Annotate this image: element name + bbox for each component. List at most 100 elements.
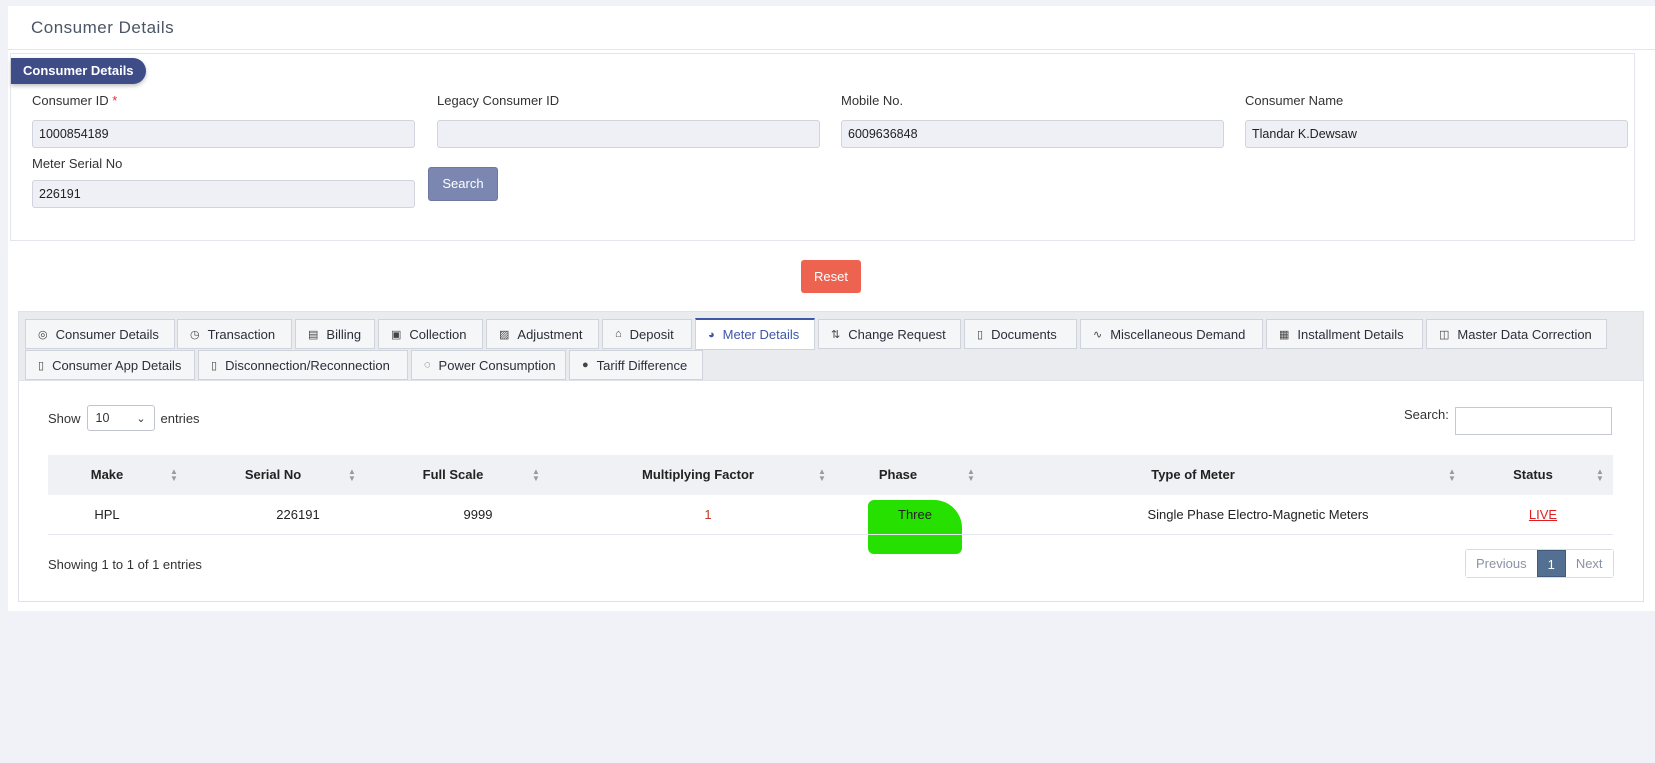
tab-installment-details[interactable]: ▦ Installment Details	[1266, 319, 1423, 349]
reset-button[interactable]: Reset	[801, 260, 861, 293]
previous-button[interactable]: Previous	[1466, 550, 1537, 577]
tab-documents[interactable]: ▯ Documents	[964, 319, 1077, 349]
clock-icon: ◷	[190, 328, 200, 341]
column-header-serial-no[interactable]: Serial No	[208, 455, 338, 495]
circle-icon: ●	[582, 359, 589, 371]
tab-label: Deposit	[629, 326, 674, 342]
tab-adjustment[interactable]: ▨ Adjustment	[486, 319, 599, 349]
tab-label: Documents	[991, 326, 1057, 342]
cell-full-scale: 9999	[463, 507, 493, 522]
table-row: HPL 226191 9999 1 Three Single Phase Ele…	[48, 495, 1613, 535]
tab-label: Transaction	[207, 326, 276, 342]
tab-master-data-correction[interactable]: ◫ Master Data Correction	[1426, 319, 1607, 349]
cell-serial-no: 226191	[276, 507, 320, 522]
entries-select[interactable]: 10 ⌄	[86, 405, 155, 431]
bank-icon: ⌂	[615, 328, 622, 340]
card-badge: Consumer Details	[11, 58, 146, 84]
table-info: Showing 1 to 1 of 1 entries	[48, 557, 202, 572]
column-header-multiplying-factor[interactable]: Multiplying Factor	[568, 455, 828, 495]
consumer-name-label: Consumer Name	[1245, 93, 1344, 108]
tab-deposit[interactable]: ⌂ Deposit	[602, 319, 692, 349]
tab-label: Meter Details	[722, 327, 800, 342]
tab-label: Tariff Difference	[596, 357, 688, 373]
required-mark: *	[112, 93, 118, 108]
mobile-icon: ▯	[211, 359, 218, 372]
document-icon: ▯	[977, 328, 984, 341]
entries-value: 10	[95, 411, 110, 425]
mobile-no-input[interactable]	[841, 120, 1224, 148]
cell-multiplying-factor: 1	[704, 507, 712, 522]
consumer-name-input[interactable]	[1245, 120, 1628, 148]
page-title: Consumer Details	[31, 18, 175, 37]
tab-label: Adjustment	[517, 326, 583, 342]
legacy-consumer-id-label: Legacy Consumer ID	[437, 93, 560, 108]
target-icon: ◎	[38, 328, 48, 341]
meter-serial-label: Meter Serial No	[32, 156, 123, 171]
show-label: Show	[48, 410, 81, 426]
tab-label: Collection	[409, 326, 467, 342]
column-header-type-of-meter[interactable]: Type of Meter	[988, 455, 1398, 495]
image-icon: ▨	[499, 328, 510, 341]
tab-tariff-difference[interactable]: ● Tariff Difference	[569, 350, 703, 380]
table-search-input[interactable]	[1455, 407, 1612, 435]
tab-meter-details[interactable]: ◕ Meter Details	[695, 318, 815, 350]
column-header-status[interactable]: Status	[1478, 455, 1588, 495]
tab-label: Billing	[326, 326, 362, 342]
legacy-consumer-id-input[interactable]	[437, 120, 820, 148]
bill-icon: ▤	[308, 328, 319, 341]
column-header-make[interactable]: Make	[48, 455, 166, 495]
tab-label: Change Request	[848, 326, 946, 342]
page-header: Consumer Details	[8, 6, 1655, 50]
tab-miscellaneous-demand[interactable]: ∿ Miscellaneous Demand	[1080, 319, 1263, 349]
tab-consumer-app-details[interactable]: ▯ Consumer App Details	[25, 350, 195, 380]
mobile-icon: ▯	[38, 359, 45, 372]
chevron-down-icon: ⌄	[136, 412, 146, 425]
search-button[interactable]: Search	[428, 167, 498, 201]
tab-change-request[interactable]: ⇅ Change Request	[818, 319, 961, 349]
meter-icon: ◕	[708, 328, 715, 341]
list-icon: ▣	[391, 328, 402, 341]
pagination: Previous 1 Next	[1465, 549, 1614, 578]
tab-consumer-details[interactable]: ◎ Consumer Details	[25, 319, 175, 349]
tab-disconnection-reconnection[interactable]: ▯ Disconnection/Reconnection	[198, 350, 408, 380]
column-header-full-scale[interactable]: Full Scale	[378, 455, 528, 495]
cell-make: HPL	[94, 507, 120, 522]
calendar-icon: ▦	[1279, 328, 1290, 341]
show-entries-control: Show 10 ⌄ entries	[48, 405, 200, 431]
table-search-label: Search:	[1404, 407, 1449, 422]
sort-icon[interactable]: ▲ ▼	[348, 468, 356, 483]
next-button[interactable]: Next	[1565, 550, 1613, 577]
sort-icon[interactable]: ▲ ▼	[532, 468, 540, 483]
mobile-no-label: Mobile No.	[841, 93, 904, 108]
column-header-phase[interactable]: Phase	[848, 455, 948, 495]
tab-power-consumption[interactable]: ◌ Power Consumption	[411, 350, 566, 380]
edit-box-icon: ◫	[1439, 328, 1450, 341]
page-1-button[interactable]: 1	[1536, 550, 1566, 577]
cell-type-of-meter: Single Phase Electro-Magnetic Meters	[1147, 507, 1369, 522]
sort-icon[interactable]: ▲ ▼	[1596, 468, 1604, 483]
table-header: Make ▲ ▼ Serial No ▲ ▼ Full Scale ▲ ▼ Multi…	[48, 455, 1613, 495]
consumer-id-input[interactable]	[32, 120, 415, 148]
consumer-id-label-text: Consumer ID	[32, 93, 109, 108]
tab-label: Miscellaneous Demand	[1110, 326, 1246, 342]
tab-label: Disconnection/Reconnection	[225, 357, 390, 373]
consumer-id-label: Consumer ID *	[32, 93, 117, 108]
sort-icon[interactable]: ▲ ▼	[170, 468, 178, 483]
pulse-icon: ∿	[1093, 328, 1103, 341]
tab-label: Consumer Details	[55, 326, 159, 342]
cell-phase: Three	[898, 507, 932, 522]
sort-icon[interactable]: ▲ ▼	[967, 468, 975, 483]
tab-label: Power Consumption	[438, 357, 556, 373]
tab-billing[interactable]: ▤ Billing	[295, 319, 375, 349]
status-live-link[interactable]: LIVE	[1488, 495, 1598, 535]
sort-icon[interactable]: ▲ ▼	[1448, 468, 1456, 483]
tab-label: Master Data Correction	[1457, 326, 1592, 342]
tab-collection[interactable]: ▣ Collection	[378, 319, 483, 349]
tab-transaction[interactable]: ◷ Transaction	[177, 319, 292, 349]
bulb-icon: ◌	[424, 359, 431, 371]
meter-serial-input[interactable]	[32, 180, 415, 208]
sort-icon[interactable]: ▲ ▼	[818, 468, 826, 483]
tab-label: Consumer App Details	[52, 357, 182, 373]
tab-label: Installment Details	[1297, 326, 1404, 342]
swap-icon: ⇅	[831, 328, 841, 341]
